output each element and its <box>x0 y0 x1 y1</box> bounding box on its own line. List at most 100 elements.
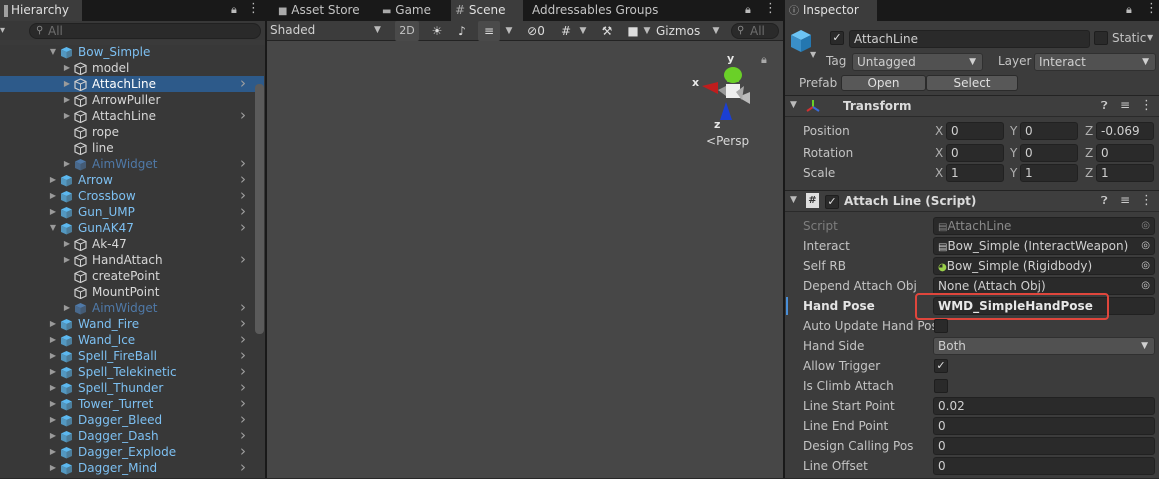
script-foldout-icon[interactable]: ▼ <box>790 195 797 205</box>
line-offset-field[interactable]: 0 <box>933 457 1155 475</box>
presets-icon[interactable]: ≡ <box>1120 98 1130 112</box>
rotation-x-field[interactable]: 0 <box>946 144 1004 162</box>
open-prefab-chevron-icon[interactable]: › <box>240 444 246 459</box>
tools-icon[interactable]: ⚒ <box>598 21 616 41</box>
rotation-y-field[interactable]: 0 <box>1020 144 1078 162</box>
open-prefab-chevron-icon[interactable]: › <box>240 188 246 203</box>
transform-foldout-icon[interactable]: ▼ <box>790 100 797 110</box>
scene-kebab-icon[interactable]: ⋮ <box>764 1 777 16</box>
x-axis-label[interactable]: X <box>935 166 943 180</box>
foldout-closed-icon[interactable]: ▶ <box>48 444 58 460</box>
design-calling-field[interactable]: 0 <box>933 437 1155 455</box>
grid-dropdown-icon[interactable]: ▼ <box>577 21 589 41</box>
foldout-closed-icon[interactable]: ▶ <box>48 316 58 332</box>
open-prefab-chevron-icon[interactable]: › <box>240 172 246 187</box>
tab-inspector[interactable]: ⓘ Inspector <box>785 0 877 21</box>
self-rb-field[interactable]: ◕Bow_Simple (Rigidbody) ◎ <box>933 257 1155 275</box>
hierarchy-item[interactable]: ▶ Dagger_Explode › <box>0 444 264 460</box>
foldout-closed-icon[interactable]: ▶ <box>48 396 58 412</box>
x-axis-label[interactable]: X <box>935 146 943 160</box>
open-prefab-chevron-icon[interactable]: › <box>240 220 246 235</box>
foldout-closed-icon[interactable]: ▶ <box>62 252 72 268</box>
inspector-lock-icon[interactable]: 🔒︎ <box>1126 3 1132 17</box>
hierarchy-item[interactable]: ▶ AttachLine › <box>0 108 264 124</box>
hierarchy-item[interactable]: ▶ Arrow › <box>0 172 264 188</box>
icon-dropdown-icon[interactable]: ▼ <box>810 50 816 59</box>
script-kebab-icon[interactable]: ⋮ <box>1140 193 1153 208</box>
hierarchy-item[interactable]: line <box>0 140 264 156</box>
foldout-closed-icon[interactable]: ▶ <box>62 300 72 316</box>
scene-lock-icon[interactable]: 🔒︎ <box>745 3 751 17</box>
interact-field[interactable]: ▤Bow_Simple (InteractWeapon) ◎ <box>933 237 1155 255</box>
open-prefab-chevron-icon[interactable]: › <box>240 316 246 331</box>
foldout-closed-icon[interactable]: ▶ <box>48 460 58 476</box>
position-x-field[interactable]: 0 <box>946 122 1004 140</box>
foldout-open-icon[interactable]: ▼ <box>48 44 58 60</box>
hierarchy-item[interactable]: ▶ Dagger_Mind › <box>0 460 264 476</box>
script-enabled-checkbox[interactable]: ✓ <box>825 195 839 209</box>
gizmo-z-cone[interactable] <box>720 102 732 120</box>
hierarchy-item[interactable]: ▶ Wand_Ice › <box>0 332 264 348</box>
foldout-closed-icon[interactable]: ▶ <box>48 188 58 204</box>
script-ref-field[interactable]: ▤AttachLine ◎ <box>933 217 1155 235</box>
lighting-icon[interactable]: ☀ <box>428 21 446 41</box>
hierarchy-item[interactable]: ▶ Spell_Thunder › <box>0 380 264 396</box>
script-presets-icon[interactable]: ≡ <box>1120 193 1130 207</box>
layer-dropdown[interactable]: Interact ▼ <box>1034 53 1156 71</box>
open-prefab-chevron-icon[interactable]: › <box>240 76 246 91</box>
foldout-closed-icon[interactable]: ▶ <box>62 60 72 76</box>
y-axis-label[interactable]: Y <box>1010 124 1017 138</box>
y-axis-label[interactable]: Y <box>1010 146 1017 160</box>
hierarchy-item[interactable]: ▶ Ak-47 <box>0 236 264 252</box>
tab-hierarchy[interactable]: Hierarchy <box>0 0 82 21</box>
position-y-field[interactable]: 0 <box>1020 122 1078 140</box>
gizmos-dropdown-icon[interactable]: ▼ <box>709 21 723 41</box>
y-axis-label[interactable]: Y <box>1010 166 1017 180</box>
hierarchy-item[interactable]: ▶ HandAttach › <box>0 252 264 268</box>
hierarchy-item[interactable]: ▶ Wand_Fire › <box>0 316 264 332</box>
hidden-objects-toggle[interactable]: ⊘0 <box>521 21 551 41</box>
foldout-closed-icon[interactable]: ▶ <box>62 236 72 252</box>
foldout-closed-icon[interactable]: ▶ <box>48 172 58 188</box>
open-prefab-chevron-icon[interactable]: › <box>240 332 246 347</box>
hierarchy-item[interactable]: ▶ Spell_Telekinetic › <box>0 364 264 380</box>
x-axis-label[interactable]: X <box>935 124 943 138</box>
inspector-kebab-icon[interactable]: ⋮ <box>1145 1 1158 16</box>
transform-kebab-icon[interactable]: ⋮ <box>1140 98 1153 113</box>
foldout-closed-icon[interactable]: ▶ <box>48 348 58 364</box>
object-name-field[interactable]: AttachLine <box>849 30 1090 48</box>
z-axis-label[interactable]: Z <box>1085 166 1093 180</box>
scale-x-field[interactable]: 1 <box>946 164 1004 182</box>
camera-dropdown-icon[interactable]: ▼ <box>641 21 653 41</box>
hierarchy-item[interactable]: ▶ AimWidget › <box>0 156 264 172</box>
hierarchy-item[interactable]: ▶ Crossbow › <box>0 188 264 204</box>
position-z-field[interactable]: -0.069 <box>1096 122 1154 140</box>
foldout-open-icon[interactable]: ▼ <box>48 220 58 236</box>
hierarchy-item[interactable]: rope <box>0 124 264 140</box>
z-axis-label[interactable]: Z <box>1085 146 1093 160</box>
prefab-open-button[interactable]: Open <box>841 75 926 91</box>
auto-update-checkbox[interactable] <box>934 319 948 333</box>
tab-asset-store[interactable]: ■ Asset Store <box>274 0 360 21</box>
script-help-icon[interactable]: ❓︎ <box>1101 194 1108 208</box>
foldout-closed-icon[interactable]: ▶ <box>62 76 72 92</box>
open-prefab-chevron-icon[interactable]: › <box>240 460 246 475</box>
audio-icon[interactable]: ♪ <box>453 21 471 41</box>
foldout-closed-icon[interactable]: ▶ <box>62 108 72 124</box>
effects-icon[interactable]: ≡ <box>478 21 500 41</box>
open-prefab-chevron-icon[interactable]: › <box>240 108 246 123</box>
foldout-closed-icon[interactable]: ▶ <box>48 428 58 444</box>
hierarchy-search-input[interactable]: ⚲ All <box>29 23 261 39</box>
allow-trigger-checkbox[interactable]: ✓ <box>934 359 948 373</box>
foldout-closed-icon[interactable]: ▶ <box>48 204 58 220</box>
z-axis-label[interactable]: Z <box>1085 124 1093 138</box>
hierarchy-item[interactable]: MountPoint <box>0 284 264 300</box>
grid-snap-icon[interactable]: # <box>556 21 576 41</box>
open-prefab-chevron-icon[interactable]: › <box>240 428 246 443</box>
lock-icon[interactable]: 🔒︎ <box>231 3 237 17</box>
foldout-closed-icon[interactable]: ▶ <box>48 412 58 428</box>
tab-game[interactable]: ▬ Game <box>378 0 431 21</box>
persp-toggle[interactable]: <Persp <box>706 134 749 148</box>
open-prefab-chevron-icon[interactable]: › <box>240 156 246 171</box>
hierarchy-scrollbar[interactable] <box>255 84 264 334</box>
